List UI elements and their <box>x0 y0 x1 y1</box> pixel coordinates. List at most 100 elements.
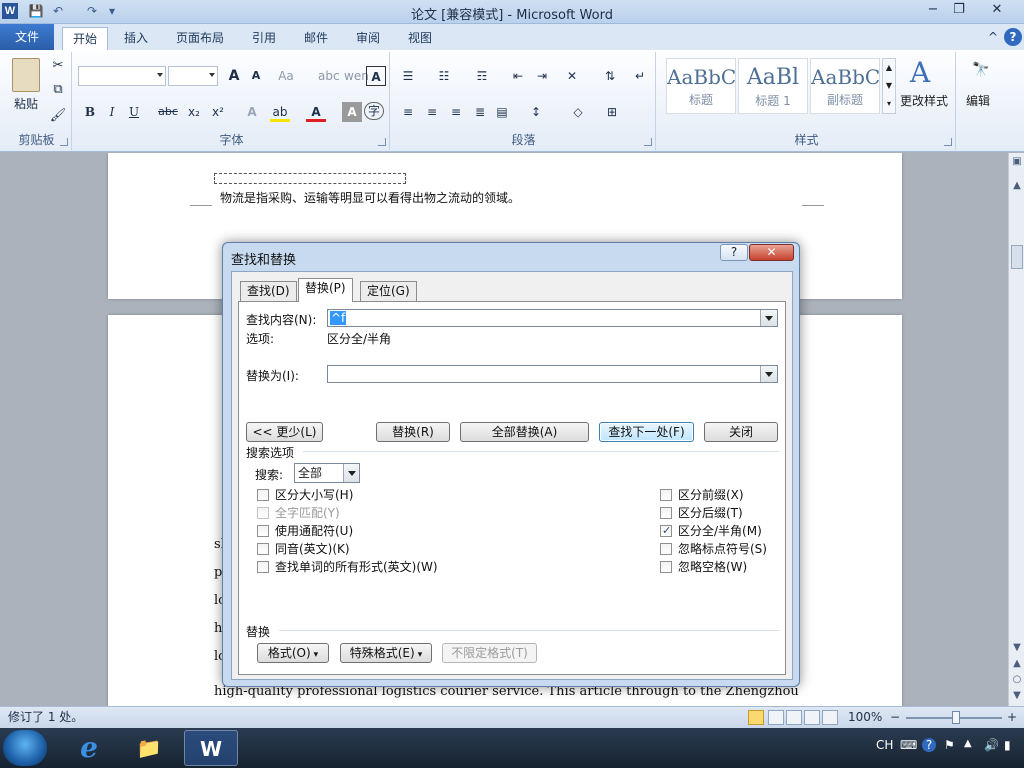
italic-button[interactable]: I <box>102 102 122 122</box>
tab-file[interactable]: 文件 <box>0 24 54 50</box>
restore-button[interactable]: ❐ <box>944 0 974 20</box>
tab-review[interactable]: 审阅 <box>346 27 390 50</box>
browse-object-icon[interactable]: ○ <box>1010 673 1024 687</box>
option-left-checkbox-4[interactable]: 查找单词的所有形式(英文)(W) <box>257 559 438 575</box>
find-what-input[interactable]: ^f <box>327 309 778 327</box>
line-spacing-icon[interactable]: ↕ <box>526 102 546 122</box>
explorer-taskbar-icon[interactable]: 📁 <box>122 730 176 766</box>
replace-with-input[interactable] <box>327 365 778 383</box>
revisions-status[interactable]: 修订了 1 处。 <box>8 707 83 728</box>
align-center-icon[interactable]: ≡ <box>422 102 442 122</box>
paragraph-text[interactable]: 物流是指采购、运输等明显可以看得出物之流动的领域。 <box>220 189 520 206</box>
zoom-slider[interactable] <box>906 711 1002 724</box>
distributed-icon[interactable]: ▤ <box>492 102 512 122</box>
tab-home[interactable]: 开始 <box>62 27 109 50</box>
shrink-font-icon[interactable]: A <box>246 66 266 86</box>
style-title[interactable]: AaBbC 标题 <box>666 58 736 114</box>
dialog-help-button[interactable]: ? <box>720 244 748 261</box>
checkbox-icon[interactable] <box>257 489 269 501</box>
font-launcher-icon[interactable] <box>378 138 386 146</box>
action-center-icon[interactable]: ⚑ <box>944 738 955 752</box>
enclose-char-icon[interactable]: 字 <box>364 102 384 120</box>
option-left-checkbox-1[interactable]: 全字匹配(Y) <box>257 505 340 521</box>
vertical-scrollbar[interactable]: ▣ ▲ ▼ ▲ ○ ▼ <box>1008 153 1024 706</box>
checkbox-icon[interactable] <box>257 525 269 537</box>
style-heading1[interactable]: AaBl 标题 1 <box>738 58 808 114</box>
tab-view[interactable]: 视图 <box>398 27 442 50</box>
find-next-button[interactable]: 查找下一处(F) <box>599 422 694 442</box>
print-layout-view-button[interactable] <box>748 710 764 725</box>
option-left-checkbox-3[interactable]: 同音(英文)(K) <box>257 541 350 557</box>
multilevel-list-icon[interactable]: ☶ <box>472 66 492 86</box>
sort-icon[interactable]: ⇅ <box>600 66 620 86</box>
char-shading-icon[interactable]: A <box>342 102 362 122</box>
help-icon[interactable]: ? <box>1004 28 1022 46</box>
option-right-checkbox-4[interactable]: 忽略空格(W) <box>660 559 747 575</box>
zoom-out-button[interactable]: − <box>890 707 900 728</box>
zoom-level[interactable]: 100% <box>848 707 882 728</box>
dialog-close-button[interactable]: ✕ <box>749 244 794 261</box>
highlight-icon[interactable]: ab <box>270 102 290 122</box>
subscript-button[interactable]: x₂ <box>184 102 204 122</box>
outline-view-button[interactable] <box>804 710 820 725</box>
minimize-ribbon-icon[interactable]: ^ <box>984 28 1002 46</box>
chinese-layout-icon[interactable]: ✕ <box>562 66 582 86</box>
draft-view-button[interactable] <box>822 710 838 725</box>
scroll-down-icon[interactable]: ▼ <box>1010 641 1024 655</box>
volume-icon[interactable]: 🔊 <box>984 738 999 752</box>
start-button[interactable] <box>3 730 47 766</box>
tab-page-layout[interactable]: 页面布局 <box>166 27 234 50</box>
option-left-checkbox-0[interactable]: 区分大小写(H) <box>257 487 353 503</box>
editing-button[interactable]: 编辑 <box>966 92 990 109</box>
search-direction-dropdown-icon[interactable] <box>343 464 359 482</box>
option-left-checkbox-2[interactable]: 使用通配符(U) <box>257 523 353 539</box>
tab-references[interactable]: 引用 <box>242 27 286 50</box>
copy-icon[interactable]: ⧉ <box>48 80 68 100</box>
binoculars-icon[interactable]: 🔭 <box>972 62 989 78</box>
bold-button[interactable]: B <box>80 102 100 122</box>
change-styles-icon[interactable]: A <box>910 56 930 89</box>
special-button[interactable]: 特殊格式(E) ▾ <box>340 643 432 663</box>
less-button[interactable]: << 更少(L) <box>246 422 323 442</box>
paste-button[interactable]: 粘贴 <box>6 94 46 114</box>
paste-icon[interactable] <box>12 58 40 92</box>
replace-button[interactable]: 替换(R) <box>376 422 450 442</box>
style-subtitle[interactable]: AaBbC 副标题 <box>810 58 880 114</box>
tab-find[interactable]: 查找(D) <box>240 281 297 301</box>
show-marks-icon[interactable]: ↵ <box>630 66 650 86</box>
tab-insert[interactable]: 插入 <box>114 27 158 50</box>
checkbox-icon[interactable] <box>257 543 269 555</box>
grow-font-icon[interactable]: A <box>224 66 244 86</box>
increase-indent-icon[interactable]: ⇥ <box>532 66 552 86</box>
close-button[interactable]: 关闭 <box>704 422 778 442</box>
input-language-indicator[interactable]: CH <box>876 738 893 752</box>
styles-scroll-icon[interactable]: ▲ ▼ ▾ <box>882 58 896 114</box>
shading-icon[interactable]: ◇ <box>568 102 588 122</box>
full-screen-view-button[interactable] <box>768 710 784 725</box>
help-tray-icon[interactable]: ? <box>922 738 936 752</box>
change-styles-button[interactable]: 更改样式 <box>900 92 948 109</box>
paragraph-launcher-icon[interactable] <box>644 138 652 146</box>
option-right-checkbox-1[interactable]: 区分后缀(T) <box>660 505 743 521</box>
prev-page-icon[interactable]: ▲ <box>1010 657 1024 671</box>
font-name-combo[interactable] <box>78 66 166 86</box>
replace-with-dropdown-icon[interactable] <box>760 366 777 382</box>
numbering-icon[interactable]: ☷ <box>434 66 454 86</box>
ruler-toggle-icon[interactable]: ▣ <box>1010 155 1024 169</box>
text-effects-icon[interactable]: A <box>242 102 262 122</box>
underline-button[interactable]: U <box>124 102 144 122</box>
clipboard-launcher-icon[interactable] <box>60 138 68 146</box>
format-painter-icon[interactable]: 🖌 <box>48 106 68 126</box>
phonetic-guide-icon[interactable]: abc <box>318 66 340 86</box>
tab-goto[interactable]: 定位(G) <box>360 281 417 301</box>
keyboard-icon[interactable]: ⌨ <box>900 738 917 752</box>
next-page-icon[interactable]: ▼ <box>1010 689 1024 703</box>
zoom-in-button[interactable]: + <box>1007 707 1017 728</box>
checkbox-icon[interactable] <box>660 489 672 501</box>
checkbox-icon[interactable] <box>660 543 672 555</box>
word-taskbar-icon[interactable]: W <box>184 730 238 766</box>
font-size-combo[interactable] <box>168 66 218 86</box>
checkbox-icon[interactable] <box>257 561 269 573</box>
no-formatting-button[interactable]: 不限定格式(T) <box>442 643 537 663</box>
option-right-checkbox-0[interactable]: 区分前缀(X) <box>660 487 744 503</box>
